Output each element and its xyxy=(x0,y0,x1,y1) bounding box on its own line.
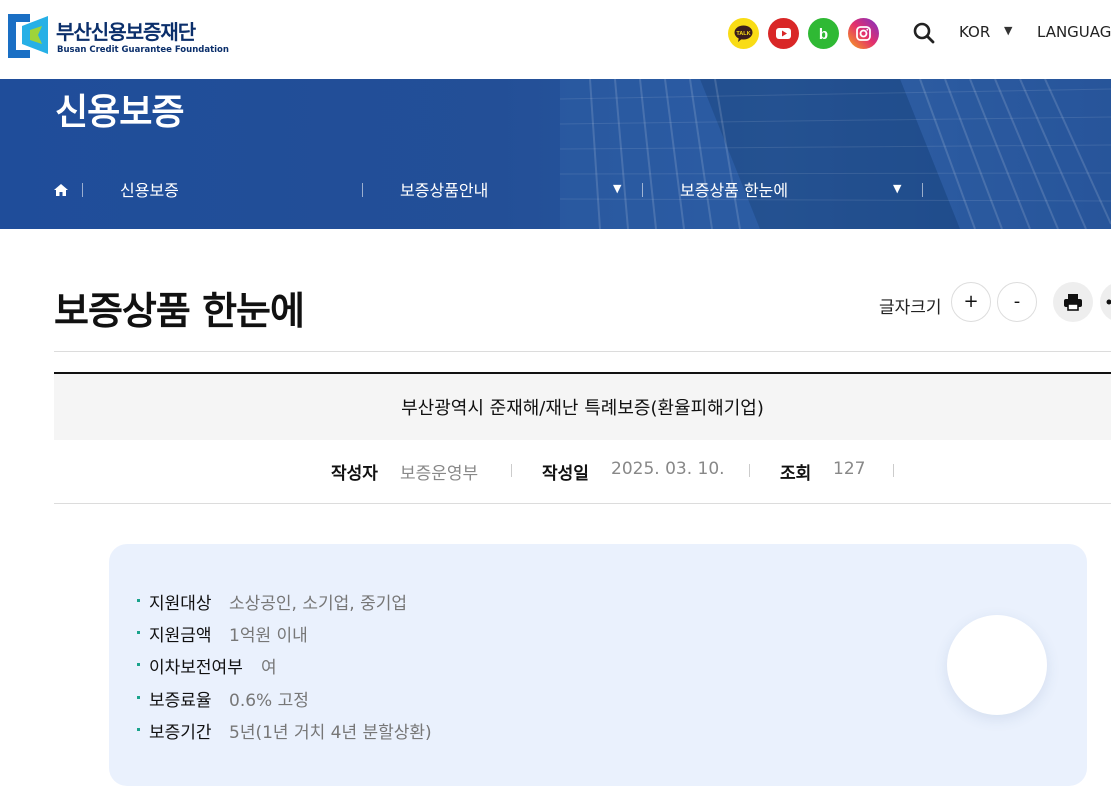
kakaotalk-icon: TALK xyxy=(734,25,753,42)
page-title: 보증상품 한눈에 xyxy=(54,289,305,333)
logo-subtitle: Busan Credit Guarantee Foundation xyxy=(57,45,229,55)
banner-title: 신용보증 xyxy=(55,92,184,133)
meta-divider xyxy=(749,464,750,477)
meta-divider-line xyxy=(54,503,1111,504)
meta-divider xyxy=(893,464,894,477)
info-key: 이차보전여부 xyxy=(149,658,243,678)
bullet-icon xyxy=(137,663,140,666)
info-value: 여 xyxy=(261,658,277,678)
product-summary-box: 지원대상 소상공인, 소기업, 중기업 지원금액 1억원 이내 이차보전여부 여… xyxy=(109,544,1087,786)
bullet-icon xyxy=(137,631,140,634)
print-button[interactable] xyxy=(1053,282,1093,322)
title-divider xyxy=(54,351,1111,352)
font-size-label: 글자크기 xyxy=(879,298,942,318)
product-illustration xyxy=(947,615,1047,715)
printer-icon xyxy=(1064,294,1082,311)
info-value: 소상공인, 소기업, 중기업 xyxy=(229,594,408,614)
author-value: 보증운영부 xyxy=(400,464,479,484)
instagram-link[interactable] xyxy=(848,18,879,49)
breadcrumb-divider xyxy=(642,183,643,197)
info-key: 지원대상 xyxy=(149,594,212,614)
bullet-icon xyxy=(137,696,140,699)
logo-name: 부산신용보증재단 xyxy=(56,20,196,44)
font-decrease-button[interactable]: - xyxy=(997,282,1037,322)
top-header: 부산신용보증재단 Busan Credit Guarantee Foundati… xyxy=(0,0,1111,79)
info-value: 0.6% 고정 xyxy=(229,691,309,711)
post-title: 부산광역시 준재해/재난 특례보증(환율피해기업) xyxy=(401,398,764,419)
author-label: 작성자 xyxy=(331,464,378,484)
svg-text:TALK: TALK xyxy=(736,31,750,37)
bullet-icon xyxy=(137,599,140,602)
home-icon xyxy=(54,184,68,196)
date-label: 작성일 xyxy=(542,464,589,484)
breadcrumb-home[interactable] xyxy=(54,182,68,196)
kakaotalk-link[interactable]: TALK xyxy=(728,18,759,49)
meta-divider xyxy=(511,464,512,477)
breadcrumb-divider xyxy=(922,183,923,197)
youtube-link[interactable] xyxy=(768,18,799,49)
breadcrumb-item-credit-guarantee[interactable]: 신용보증 xyxy=(120,177,179,201)
post-title-bar: 부산광역시 준재해/재난 특례보증(환율피해기업) xyxy=(54,372,1111,440)
breadcrumb-divider xyxy=(362,183,363,197)
chevron-down-icon[interactable]: ▼ xyxy=(613,182,621,195)
breadcrumb-item-products-overview[interactable]: 보증상품 한눈에 xyxy=(680,177,788,201)
language-select-kor[interactable]: KOR xyxy=(959,23,990,41)
date-value: 2025. 03. 10. xyxy=(611,459,725,479)
chevron-down-icon[interactable]: ▼ xyxy=(893,182,901,195)
info-value: 1억원 이내 xyxy=(229,626,308,646)
font-increase-button[interactable]: + xyxy=(951,282,991,322)
views-value: 127 xyxy=(833,459,866,479)
instagram-icon xyxy=(856,26,871,41)
search-icon xyxy=(913,22,935,44)
blog-icon: b xyxy=(819,26,828,43)
foundation-logo-icon xyxy=(8,14,48,58)
info-key: 보증료율 xyxy=(149,691,212,711)
search-button[interactable] xyxy=(912,21,936,45)
bullet-icon xyxy=(137,728,140,731)
language-menu[interactable]: LANGUAG xyxy=(1037,23,1111,41)
share-icon xyxy=(1106,299,1111,305)
site-logo[interactable]: 부산신용보증재단 Busan Credit Guarantee Foundati… xyxy=(8,12,229,58)
sub-visual-banner: 신용보증 신용보증 보증상품안내 ▼ 보증상품 한눈에 ▼ xyxy=(0,79,1111,229)
youtube-icon xyxy=(776,28,791,39)
chevron-down-icon: ▼ xyxy=(1004,24,1013,37)
info-value: 5년(1년 거치 4년 분할상환) xyxy=(229,723,432,743)
breadcrumb-item-product-guide[interactable]: 보증상품안내 xyxy=(400,177,488,201)
views-label: 조회 xyxy=(780,464,812,484)
breadcrumb-divider xyxy=(82,183,83,197)
info-key: 지원금액 xyxy=(149,626,212,646)
share-button[interactable] xyxy=(1100,282,1111,322)
blog-link[interactable]: b xyxy=(808,18,839,49)
svg-text:b: b xyxy=(819,26,828,43)
info-key: 보증기간 xyxy=(149,723,212,743)
